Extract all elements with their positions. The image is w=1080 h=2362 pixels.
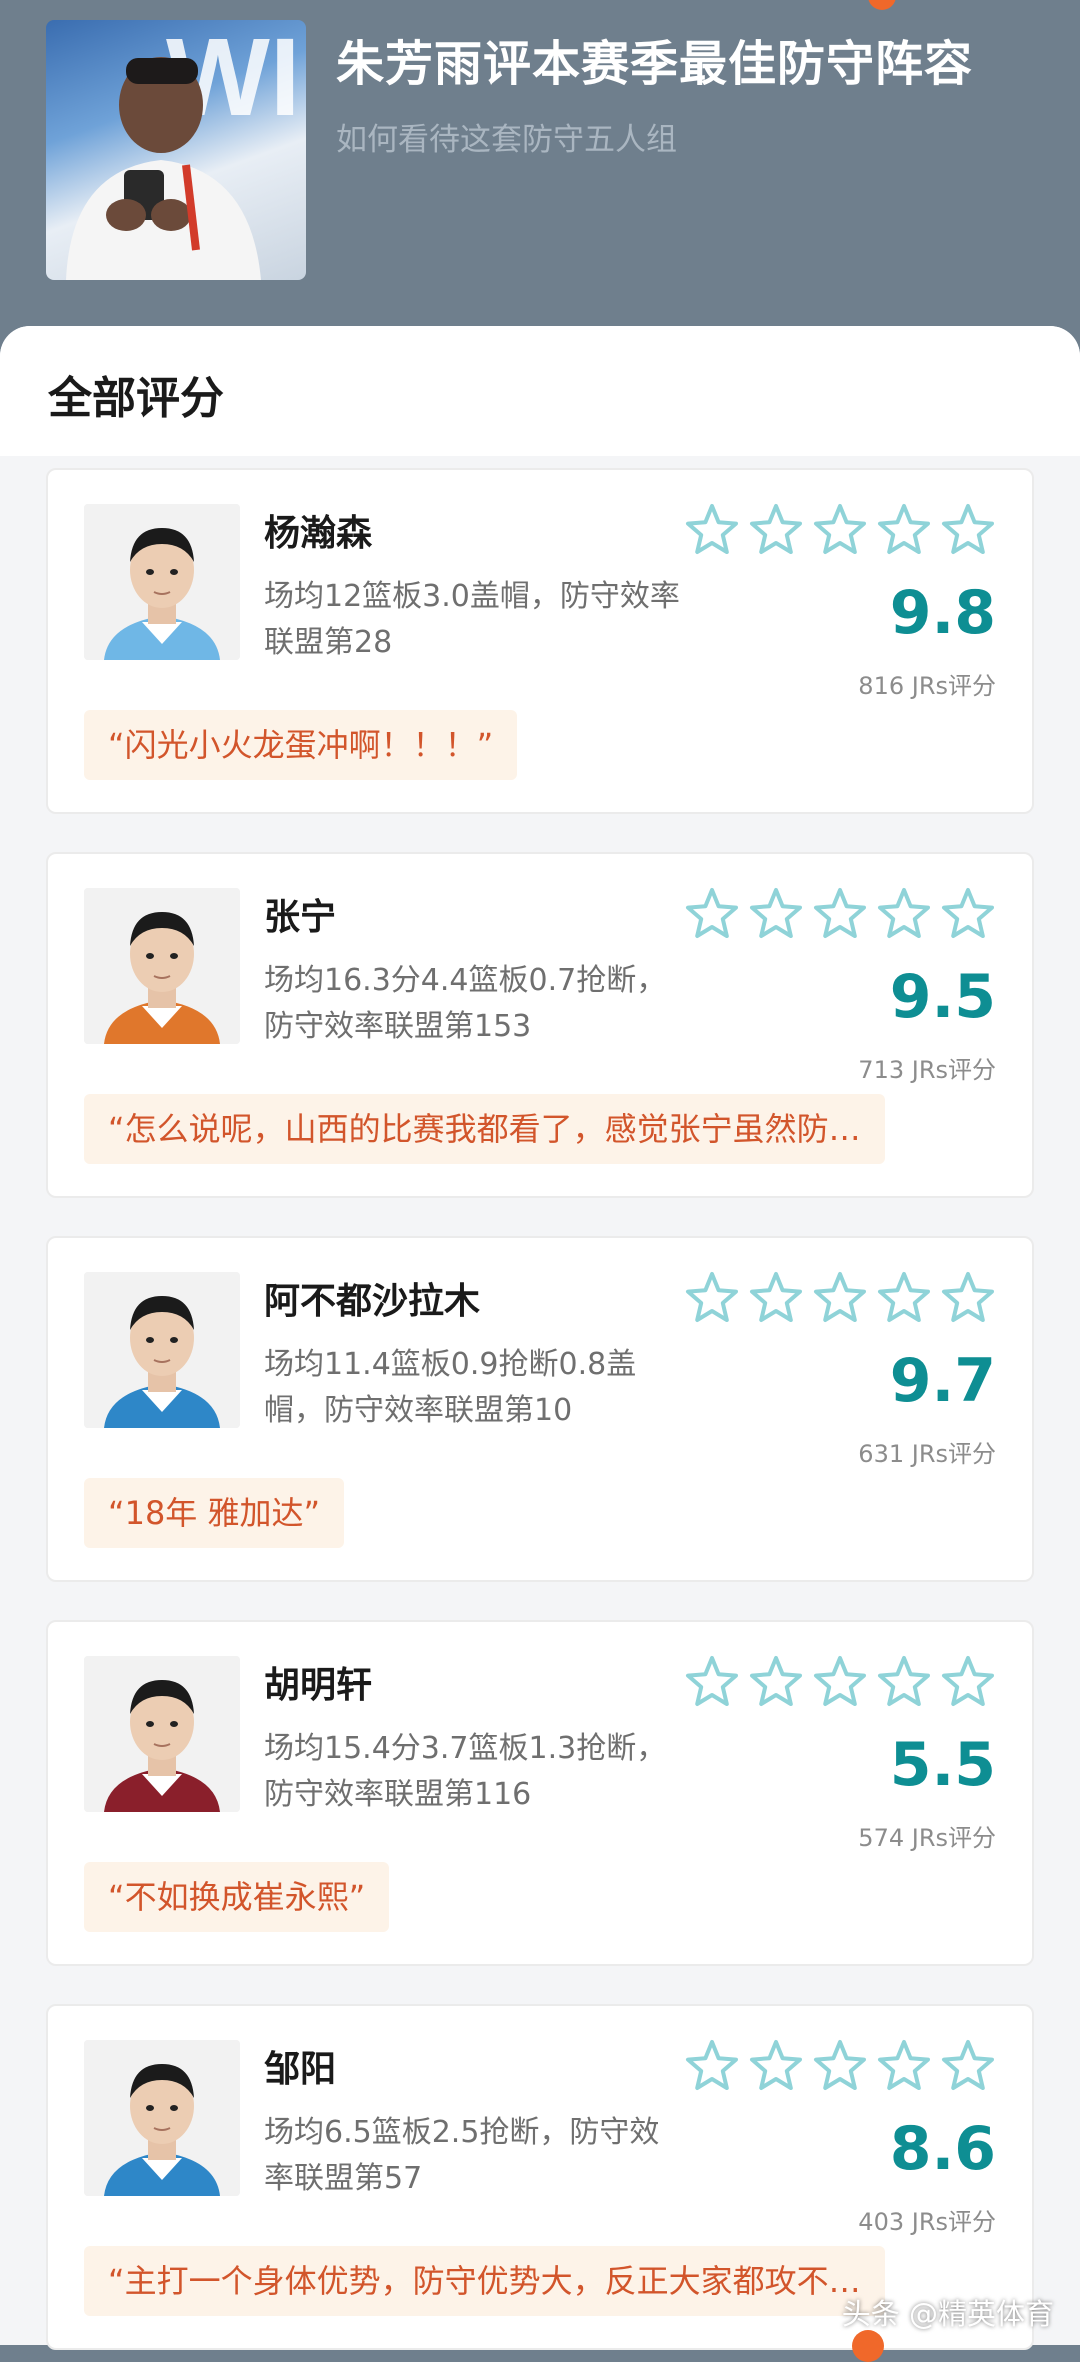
- star-icon[interactable]: [748, 886, 804, 942]
- star-icon[interactable]: [812, 502, 868, 558]
- player-rating-card[interactable]: 阿不都沙拉木场均11.4篮板0.9抢断0.8盖帽，防守效率联盟第10 9.7 631…: [46, 1236, 1034, 1582]
- star-icon[interactable]: [876, 886, 932, 942]
- star-icon[interactable]: [748, 2038, 804, 2094]
- top-comment[interactable]: “闪光小火龙蛋冲啊！！！”: [84, 710, 517, 780]
- notification-dot: [852, 2330, 884, 2362]
- player-score: 9.8: [890, 578, 996, 648]
- player-score: 9.7: [890, 1346, 996, 1416]
- star-icon[interactable]: [940, 502, 996, 558]
- player-rating-card[interactable]: 胡明轩场均15.4分3.7篮板1.3抢断，防守效率联盟第116 5.5 574 JR…: [46, 1620, 1034, 1966]
- player-stats: 场均12篮板3.0盖帽，防守效率联盟第28: [264, 574, 684, 666]
- rating-count: 574 JRs评分: [858, 1818, 996, 1853]
- rating-stars[interactable]: [684, 1654, 996, 1710]
- page-title: 朱芳雨评本赛季最佳防守阵容: [336, 24, 1056, 94]
- star-icon[interactable]: [812, 1270, 868, 1326]
- rating-stars[interactable]: [684, 502, 996, 558]
- rating-count: 713 JRs评分: [858, 1050, 996, 1085]
- ratings-panel: 全部评分 杨瀚森场均12篮板3.0盖帽，防守效率联盟第28 9.8 816 JRs评…: [0, 326, 1080, 2345]
- player-name: 阿不都沙拉木: [264, 1272, 480, 1324]
- star-icon[interactable]: [812, 886, 868, 942]
- player-stats: 场均11.4篮板0.9抢断0.8盖帽，防守效率联盟第10: [264, 1342, 684, 1434]
- star-icon[interactable]: [876, 2038, 932, 2094]
- page-subtitle: 如何看待这套防守五人组: [336, 114, 677, 159]
- player-score: 9.5: [890, 962, 996, 1032]
- star-icon[interactable]: [940, 1654, 996, 1710]
- rating-stars[interactable]: [684, 2038, 996, 2094]
- star-icon[interactable]: [684, 1270, 740, 1326]
- player-name: 胡明轩: [264, 1656, 372, 1708]
- rating-count: 631 JRs评分: [858, 1434, 996, 1469]
- star-icon[interactable]: [684, 2038, 740, 2094]
- section-title: 全部评分: [48, 362, 224, 426]
- player-rating-card[interactable]: 张宁场均16.3分4.4篮板0.7抢断，防守效率联盟第153 9.5 713 JRs…: [46, 852, 1034, 1198]
- notification-dot: [868, 0, 896, 10]
- player-stats: 场均16.3分4.4篮板0.7抢断，防守效率联盟第153: [264, 958, 684, 1050]
- player-avatar: [84, 504, 240, 660]
- star-icon[interactable]: [748, 1270, 804, 1326]
- star-icon[interactable]: [876, 1654, 932, 1710]
- player-score: 5.5: [890, 1730, 996, 1800]
- player-name: 张宁: [264, 888, 336, 940]
- player-avatar: [84, 888, 240, 1044]
- star-icon[interactable]: [812, 1654, 868, 1710]
- player-stats: 场均15.4分3.7篮板1.3抢断，防守效率联盟第116: [264, 1726, 684, 1818]
- player-avatar: [84, 1656, 240, 1812]
- star-icon[interactable]: [684, 886, 740, 942]
- player-avatar: [84, 2040, 240, 2196]
- header: WI 朱芳雨评本赛季最佳防守阵容 如何看待这套防守五人组: [0, 0, 1080, 330]
- star-icon[interactable]: [940, 1270, 996, 1326]
- star-icon[interactable]: [940, 2038, 996, 2094]
- star-icon[interactable]: [684, 1654, 740, 1710]
- rating-stars[interactable]: [684, 886, 996, 942]
- section-header: 全部评分: [0, 326, 1080, 456]
- player-score: 8.6: [890, 2114, 996, 2184]
- top-comment[interactable]: “主打一个身体优势，防守优势大，反正大家都攻不…: [84, 2246, 885, 2316]
- player-rating-card[interactable]: 杨瀚森场均12篮板3.0盖帽，防守效率联盟第28 9.8 816 JRs评分 “闪光小…: [46, 468, 1034, 814]
- cover-image[interactable]: WI: [46, 20, 306, 280]
- top-comment[interactable]: “不如换成崔永熙”: [84, 1862, 389, 1932]
- player-avatar: [84, 1272, 240, 1428]
- rating-stars[interactable]: [684, 1270, 996, 1326]
- player-name: 邹阳: [264, 2040, 336, 2092]
- rating-count: 816 JRs评分: [858, 666, 996, 701]
- star-icon[interactable]: [684, 502, 740, 558]
- star-icon[interactable]: [748, 1654, 804, 1710]
- top-comment[interactable]: “18年 雅加达”: [84, 1478, 344, 1548]
- watermark: 头条 @精英体育: [842, 2291, 1054, 2333]
- player-stats: 场均6.5篮板2.5抢断，防守效率联盟第57: [264, 2110, 684, 2202]
- rating-count: 403 JRs评分: [858, 2202, 996, 2237]
- star-icon[interactable]: [812, 2038, 868, 2094]
- star-icon[interactable]: [876, 502, 932, 558]
- star-icon[interactable]: [876, 1270, 932, 1326]
- player-name: 杨瀚森: [264, 504, 372, 556]
- star-icon[interactable]: [748, 502, 804, 558]
- star-icon[interactable]: [940, 886, 996, 942]
- top-comment[interactable]: “怎么说呢，山西的比赛我都看了，感觉张宁虽然防…: [84, 1094, 885, 1164]
